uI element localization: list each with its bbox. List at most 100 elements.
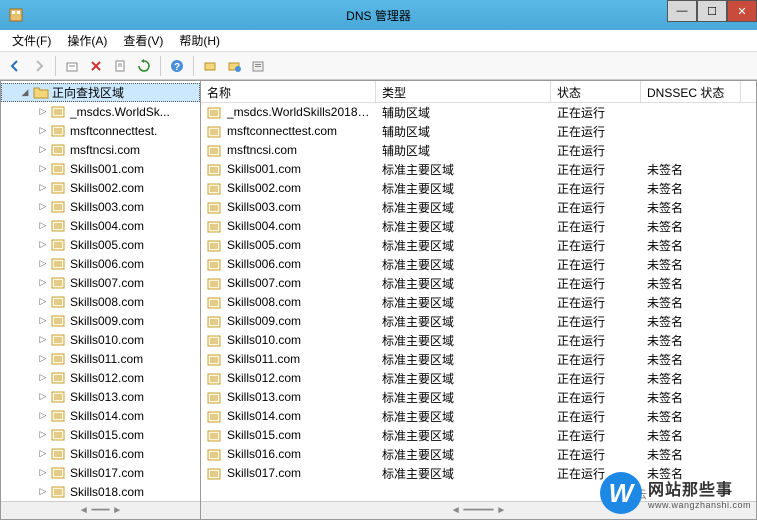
tree-item[interactable]: ▷Skills002.com — [1, 178, 200, 197]
tool-button-1[interactable] — [199, 55, 221, 77]
list-row[interactable]: Skills012.com标准主要区域正在运行未签名 — [201, 369, 756, 388]
col-header-name[interactable]: 名称 — [201, 81, 376, 102]
list-row[interactable]: _msdcs.WorldSkills2018....辅助区域正在运行 — [201, 103, 756, 122]
list-row[interactable]: msftncsi.com辅助区域正在运行 — [201, 141, 756, 160]
expand-icon[interactable]: ▷ — [37, 429, 49, 441]
add-button[interactable] — [61, 55, 83, 77]
delete-button[interactable] — [85, 55, 107, 77]
cell-name: Skills002.com — [201, 181, 376, 196]
list-row[interactable]: Skills011.com标准主要区域正在运行未签名 — [201, 350, 756, 369]
list-row[interactable]: Skills001.com标准主要区域正在运行未签名 — [201, 160, 756, 179]
list-row[interactable]: Skills004.com标准主要区域正在运行未签名 — [201, 217, 756, 236]
tool-button-3[interactable] — [247, 55, 269, 77]
help-button[interactable]: ? — [166, 55, 188, 77]
folder-icon — [33, 86, 49, 100]
expand-icon[interactable]: ▷ — [37, 296, 49, 308]
menu-help[interactable]: 帮助(H) — [171, 30, 228, 51]
list-row[interactable]: Skills002.com标准主要区域正在运行未签名 — [201, 179, 756, 198]
expand-icon[interactable]: ▷ — [37, 410, 49, 422]
tree-root[interactable]: ◢ 正向查找区域 — [1, 83, 200, 102]
list-row[interactable]: Skills015.com标准主要区域正在运行未签名 — [201, 426, 756, 445]
collapse-icon[interactable]: ◢ — [19, 87, 31, 99]
menu-action[interactable]: 操作(A) — [59, 30, 115, 51]
tree-item[interactable]: ▷Skills008.com — [1, 292, 200, 311]
tree-item[interactable]: ▷Skills015.com — [1, 425, 200, 444]
properties-button[interactable] — [109, 55, 131, 77]
expand-icon[interactable]: ▷ — [37, 334, 49, 346]
tree-item[interactable]: ▷_msdcs.WorldSk... — [1, 102, 200, 121]
tree-item[interactable]: ▷msftconnecttest. — [1, 121, 200, 140]
forward-button[interactable] — [28, 55, 50, 77]
tree-hscroll[interactable]: ◄ ━━━ ► — [1, 501, 200, 519]
cell-type: 辅助区域 — [376, 142, 551, 159]
zone-icon — [207, 353, 223, 367]
tree-item[interactable]: ▷msftncsi.com — [1, 140, 200, 159]
cell-type: 标准主要区域 — [376, 408, 551, 425]
col-header-dnssec[interactable]: DNSSEC 状态 — [641, 81, 741, 102]
col-header-status[interactable]: 状态 — [551, 81, 641, 102]
tree-item[interactable]: ▷Skills016.com — [1, 444, 200, 463]
expand-icon[interactable]: ▷ — [37, 486, 49, 498]
expand-icon[interactable]: ▷ — [37, 467, 49, 479]
list-row[interactable]: Skills005.com标准主要区域正在运行未签名 — [201, 236, 756, 255]
list-row[interactable]: msftconnecttest.com辅助区域正在运行 — [201, 122, 756, 141]
expand-icon[interactable]: ▷ — [37, 125, 49, 137]
col-header-type[interactable]: 类型 — [376, 81, 551, 102]
tree-item[interactable]: ▷Skills001.com — [1, 159, 200, 178]
list-body[interactable]: _msdcs.WorldSkills2018....辅助区域正在运行msftco… — [201, 103, 756, 501]
expand-icon[interactable]: ▷ — [37, 277, 49, 289]
expand-icon[interactable]: ▷ — [37, 163, 49, 175]
expand-icon[interactable]: ▷ — [37, 315, 49, 327]
cell-dnssec: 未签名 — [641, 161, 741, 178]
expand-icon[interactable]: ▷ — [37, 144, 49, 156]
tree-item[interactable]: ▷Skills012.com — [1, 368, 200, 387]
list-row[interactable]: Skills017.com标准主要区域正在运行未签名 — [201, 464, 756, 483]
tree-item[interactable]: ▷Skills013.com — [1, 387, 200, 406]
tree-item[interactable]: ▷Skills004.com — [1, 216, 200, 235]
tree-pane[interactable]: ◢ 正向查找区域 ▷_msdcs.WorldSk...▷msftconnectt… — [1, 81, 201, 519]
tree-item[interactable]: ▷Skills006.com — [1, 254, 200, 273]
maximize-button[interactable]: ☐ — [697, 0, 727, 22]
list-hscroll[interactable]: ◄ ━━━━━ ► — [201, 501, 756, 519]
tree-item[interactable]: ▷Skills018.com — [1, 482, 200, 501]
expand-icon[interactable]: ▷ — [37, 448, 49, 460]
window-controls: — ☐ ✕ — [667, 0, 757, 22]
list-row[interactable]: Skills006.com标准主要区域正在运行未签名 — [201, 255, 756, 274]
list-row[interactable]: Skills009.com标准主要区域正在运行未签名 — [201, 312, 756, 331]
close-button[interactable]: ✕ — [727, 0, 757, 22]
list-row[interactable]: Skills013.com标准主要区域正在运行未签名 — [201, 388, 756, 407]
list-row[interactable]: Skills007.com标准主要区域正在运行未签名 — [201, 274, 756, 293]
back-button[interactable] — [4, 55, 26, 77]
list-row[interactable]: Skills016.com标准主要区域正在运行未签名 — [201, 445, 756, 464]
expand-icon[interactable]: ▷ — [37, 239, 49, 251]
tree-item[interactable]: ▷Skills014.com — [1, 406, 200, 425]
cell-type: 标准主要区域 — [376, 465, 551, 482]
list-row[interactable]: Skills010.com标准主要区域正在运行未签名 — [201, 331, 756, 350]
tree-item[interactable]: ▷Skills007.com — [1, 273, 200, 292]
expand-icon[interactable]: ▷ — [37, 258, 49, 270]
tree-item[interactable]: ▷Skills003.com — [1, 197, 200, 216]
list-row[interactable]: Skills003.com标准主要区域正在运行未签名 — [201, 198, 756, 217]
list-row[interactable]: Skills008.com标准主要区域正在运行未签名 — [201, 293, 756, 312]
tree-item[interactable]: ▷Skills017.com — [1, 463, 200, 482]
tree-item[interactable]: ▷Skills005.com — [1, 235, 200, 254]
menu-file[interactable]: 文件(F) — [4, 30, 59, 51]
tree-item[interactable]: ▷Skills011.com — [1, 349, 200, 368]
refresh-button[interactable] — [133, 55, 155, 77]
expand-icon[interactable]: ▷ — [37, 353, 49, 365]
menu-view[interactable]: 查看(V) — [115, 30, 171, 51]
zone-icon — [51, 371, 67, 385]
tool-button-2[interactable] — [223, 55, 245, 77]
expand-icon[interactable]: ▷ — [37, 372, 49, 384]
expand-icon[interactable]: ▷ — [37, 106, 49, 118]
minimize-button[interactable]: — — [667, 0, 697, 22]
expand-icon[interactable]: ▷ — [37, 201, 49, 213]
tree-item[interactable]: ▷Skills009.com — [1, 311, 200, 330]
expand-icon[interactable]: ▷ — [37, 220, 49, 232]
watermark-extra: ⊙ 亿速云 — [600, 486, 647, 502]
list-row[interactable]: Skills014.com标准主要区域正在运行未签名 — [201, 407, 756, 426]
tree-item[interactable]: ▷Skills010.com — [1, 330, 200, 349]
expand-icon[interactable]: ▷ — [37, 182, 49, 194]
cell-type: 标准主要区域 — [376, 370, 551, 387]
expand-icon[interactable]: ▷ — [37, 391, 49, 403]
